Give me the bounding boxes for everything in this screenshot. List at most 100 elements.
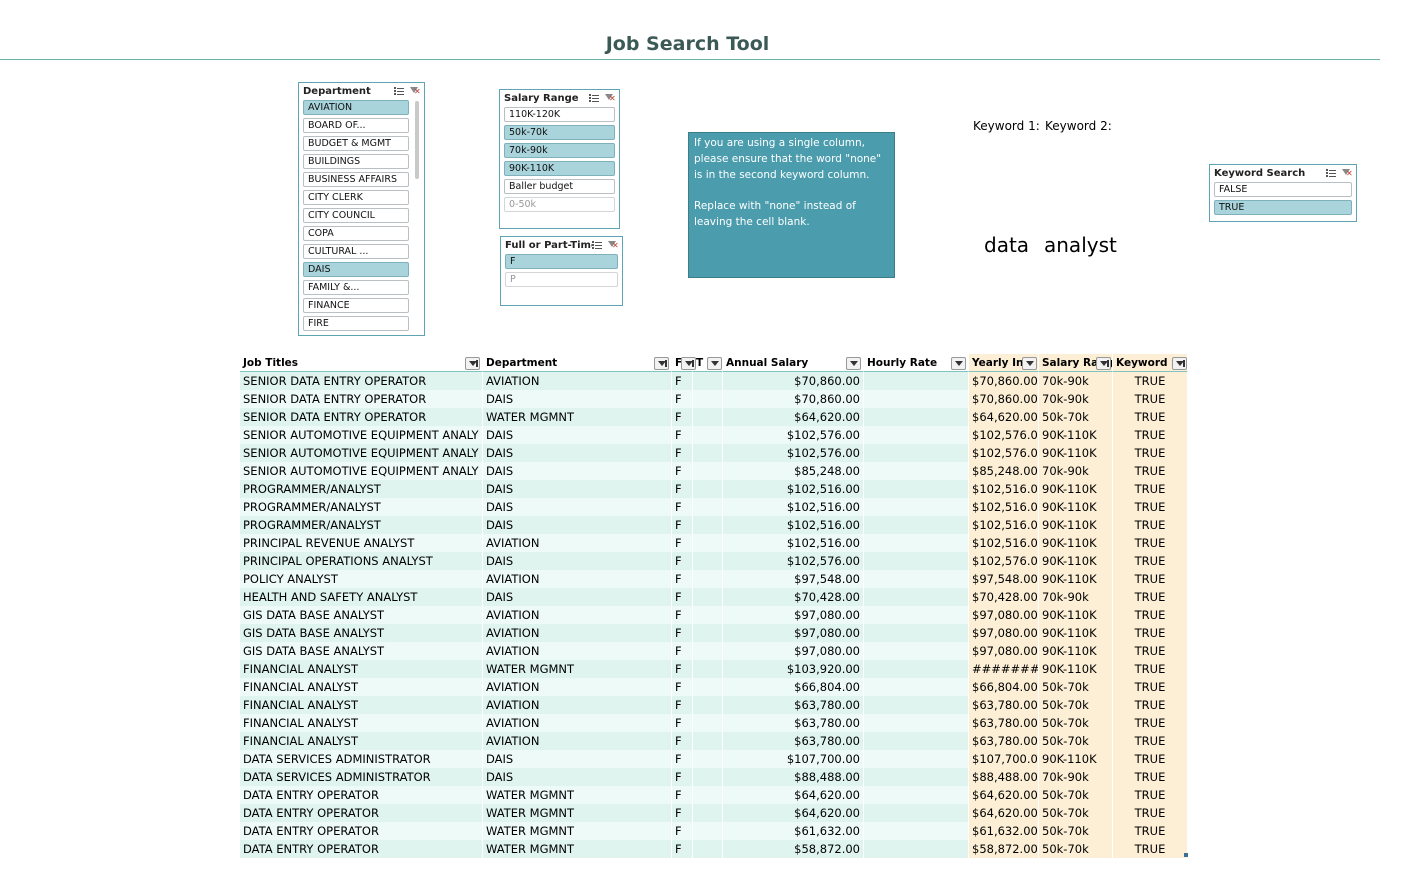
table-cell[interactable]: 90K-110K <box>1039 552 1113 570</box>
table-cell[interactable] <box>864 660 969 678</box>
table-cell[interactable]: TRUE <box>1113 732 1188 750</box>
table-cell[interactable]: TRUE <box>1113 822 1188 840</box>
table-cell[interactable]: DAIS <box>483 426 672 444</box>
table-cell[interactable] <box>864 732 969 750</box>
table-cell[interactable]: F <box>672 426 693 444</box>
slicer-item[interactable]: 50k-70k <box>504 125 615 140</box>
table-cell[interactable]: 90K-110K <box>1039 426 1113 444</box>
table-cell[interactable]: ####### <box>969 660 1039 678</box>
table-cell[interactable]: $63,780.00 <box>969 732 1039 750</box>
table-cell[interactable] <box>693 732 723 750</box>
table-cell[interactable] <box>693 624 723 642</box>
table-cell[interactable]: AVIATION <box>483 678 672 696</box>
slicer-item[interactable]: CULTURAL ... <box>303 244 409 259</box>
table-cell[interactable]: AVIATION <box>483 732 672 750</box>
table-cell[interactable]: TRUE <box>1113 462 1188 480</box>
table-cell[interactable]: TRUE <box>1113 372 1188 390</box>
table-cell[interactable]: DATA SERVICES ADMINISTRATOR <box>240 750 483 768</box>
table-cell[interactable] <box>864 498 969 516</box>
table-cell[interactable]: 50k-70k <box>1039 732 1113 750</box>
table-cell[interactable]: F <box>672 570 693 588</box>
table-cell[interactable] <box>693 498 723 516</box>
table-cell[interactable]: $107,700.00 <box>969 750 1039 768</box>
table-row[interactable]: SENIOR DATA ENTRY OPERATOR DAIS F $70,860.0… <box>240 390 1188 408</box>
table-cell[interactable]: DAIS <box>483 588 672 606</box>
table-cell[interactable]: HEALTH AND SAFETY ANALYST <box>240 588 483 606</box>
table-cell[interactable] <box>693 480 723 498</box>
department-slicer[interactable]: Department AVIATION BOARD OF... BUDGET & M… <box>298 82 425 336</box>
table-cell[interactable]: $102,516.00 <box>723 534 864 552</box>
table-cell[interactable]: SENIOR DATA ENTRY OPERATOR <box>240 372 483 390</box>
table-cell[interactable] <box>864 804 969 822</box>
table-cell[interactable]: F <box>672 804 693 822</box>
table-cell[interactable] <box>693 714 723 732</box>
table-cell[interactable]: $63,780.00 <box>723 732 864 750</box>
column-header[interactable]: Annual Salary <box>723 354 864 372</box>
table-cell[interactable]: $70,428.00 <box>969 588 1039 606</box>
table-cell[interactable]: FINANCIAL ANALYST <box>240 732 483 750</box>
table-row[interactable]: PRINCIPAL OPERATIONS ANALYST DAIS F $102,57… <box>240 552 1188 570</box>
table-cell[interactable]: $102,576.00 <box>723 426 864 444</box>
table-cell[interactable] <box>864 606 969 624</box>
table-row[interactable]: DATA SERVICES ADMINISTRATOR DAIS F $107,700… <box>240 750 1188 768</box>
table-cell[interactable]: 90K-110K <box>1039 516 1113 534</box>
slicer-item[interactable]: 90K-110K <box>504 161 615 176</box>
table-cell[interactable]: 50k-70k <box>1039 840 1113 858</box>
slicer-item[interactable]: F <box>505 254 618 269</box>
table-cell[interactable]: PROGRAMMER/ANALYST <box>240 516 483 534</box>
table-cell[interactable]: AVIATION <box>483 606 672 624</box>
table-cell[interactable]: $97,080.00 <box>969 624 1039 642</box>
table-cell[interactable]: GIS DATA BASE ANALYST <box>240 606 483 624</box>
table-cell[interactable]: DATA ENTRY OPERATOR <box>240 804 483 822</box>
table-cell[interactable]: F <box>672 732 693 750</box>
table-cell[interactable]: AVIATION <box>483 372 672 390</box>
table-cell[interactable]: DAIS <box>483 552 672 570</box>
table-cell[interactable] <box>864 426 969 444</box>
table-cell[interactable] <box>864 390 969 408</box>
table-cell[interactable]: $97,080.00 <box>723 624 864 642</box>
table-cell[interactable]: $102,576.00 <box>969 552 1039 570</box>
table-cell[interactable]: $107,700.00 <box>723 750 864 768</box>
table-cell[interactable]: DAIS <box>483 516 672 534</box>
table-cell[interactable]: F <box>672 750 693 768</box>
table-cell[interactable]: $70,860.00 <box>723 390 864 408</box>
table-row[interactable]: PRINCIPAL REVENUE ANALYST AVIATION F $102,5… <box>240 534 1188 552</box>
table-cell[interactable] <box>693 696 723 714</box>
table-cell[interactable] <box>864 372 969 390</box>
department-slicer-scrollbar[interactable] <box>415 101 419 179</box>
table-cell[interactable]: FINANCIAL ANALYST <box>240 714 483 732</box>
table-cell[interactable]: $64,620.00 <box>969 786 1039 804</box>
table-cell[interactable]: $102,576.00 <box>969 426 1039 444</box>
table-cell[interactable]: 70k-90k <box>1039 588 1113 606</box>
table-cell[interactable] <box>864 534 969 552</box>
table-cell[interactable] <box>864 750 969 768</box>
slicer-item[interactable]: Baller budget <box>504 179 615 194</box>
filter-dropdown-icon[interactable] <box>465 357 480 370</box>
table-row[interactable]: FINANCIAL ANALYST AVIATION F $63,780.00 $63,… <box>240 732 1188 750</box>
table-cell[interactable]: $64,620.00 <box>723 786 864 804</box>
slicer-item[interactable]: COPA <box>303 226 409 241</box>
clear-filter-icon[interactable] <box>605 94 616 103</box>
table-cell[interactable]: F <box>672 786 693 804</box>
table-cell[interactable]: F <box>672 660 693 678</box>
column-header[interactable]: Department <box>483 354 672 372</box>
table-cell[interactable]: WATER MGMNT <box>483 786 672 804</box>
table-cell[interactable]: $102,516.00 <box>723 516 864 534</box>
table-cell[interactable]: TRUE <box>1113 660 1188 678</box>
table-cell[interactable]: $63,780.00 <box>969 696 1039 714</box>
table-cell[interactable]: $70,860.00 <box>969 372 1039 390</box>
table-cell[interactable]: F <box>672 372 693 390</box>
table-cell[interactable]: SENIOR AUTOMOTIVE EQUIPMENT ANALY <box>240 462 483 480</box>
table-cell[interactable] <box>693 444 723 462</box>
table-cell[interactable]: $102,576.00 <box>969 444 1039 462</box>
table-cell[interactable]: WATER MGMNT <box>483 840 672 858</box>
table-cell[interactable]: F <box>672 624 693 642</box>
table-cell[interactable]: 90K-110K <box>1039 750 1113 768</box>
slicer-item[interactable]: CITY COUNCIL <box>303 208 409 223</box>
table-cell[interactable]: TRUE <box>1113 552 1188 570</box>
filter-dropdown-icon[interactable] <box>1022 357 1037 370</box>
table-cell[interactable] <box>693 750 723 768</box>
table-cell[interactable]: F <box>672 462 693 480</box>
table-cell[interactable]: $97,080.00 <box>723 606 864 624</box>
table-cell[interactable]: $61,632.00 <box>723 822 864 840</box>
